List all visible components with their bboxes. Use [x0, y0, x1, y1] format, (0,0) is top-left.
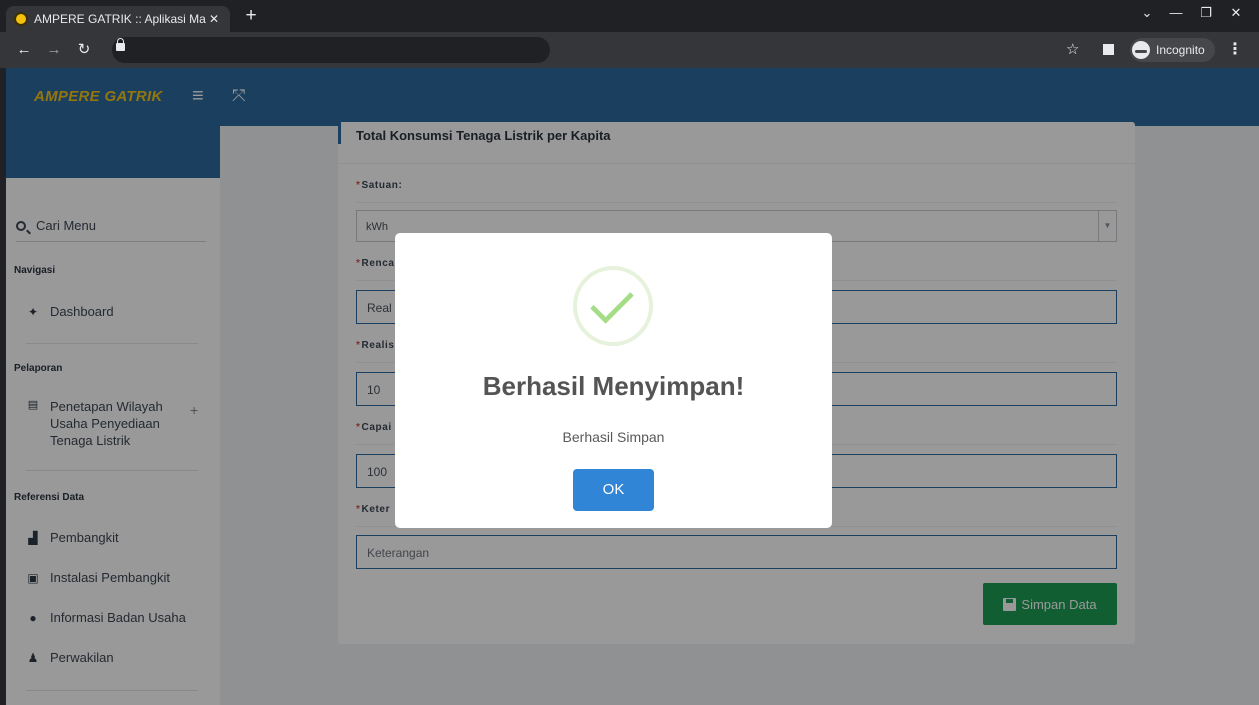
browser-tab[interactable]: AMPERE GATRIK :: Aplikasi Manaj ✕: [6, 6, 230, 32]
chevron-down-icon[interactable]: ⌄: [1133, 3, 1161, 23]
favicon-icon: [14, 12, 28, 26]
tab-title: AMPERE GATRIK :: Aplikasi Manaj: [34, 12, 206, 26]
incognito-icon: [1132, 41, 1150, 59]
reload-button[interactable]: ↻: [74, 40, 94, 60]
browser-toolbar: ← → ↻ ☆ Incognito ⋮: [0, 32, 1259, 68]
browser-menu-icon[interactable]: ⋮: [1227, 40, 1243, 60]
close-window-button[interactable]: ✕: [1222, 3, 1250, 23]
forward-button[interactable]: →: [44, 40, 64, 60]
restore-button[interactable]: ❐: [1192, 3, 1220, 23]
incognito-label: Incognito: [1156, 43, 1205, 57]
back-button[interactable]: ←: [14, 40, 34, 60]
checkmark: [590, 280, 634, 324]
browser-tabstrip: AMPERE GATRIK :: Aplikasi Manaj ✕ + ⌄ — …: [0, 0, 1259, 32]
page: AMPERE GATRIK ≡ ⤧ Cari Menu Navigasi ✦ D…: [6, 68, 1259, 705]
tab-close-icon[interactable]: ✕: [206, 12, 222, 26]
side-panel-icon[interactable]: [1103, 44, 1114, 55]
incognito-badge[interactable]: Incognito: [1130, 38, 1215, 62]
success-dialog: Berhasil Menyimpan! Berhasil Simpan OK: [395, 233, 832, 528]
dialog-text: Berhasil Simpan: [562, 429, 665, 445]
ok-button[interactable]: OK: [573, 469, 654, 511]
success-check-icon: [573, 266, 653, 346]
lock-icon[interactable]: [116, 38, 125, 51]
star-icon[interactable]: ☆: [1066, 40, 1079, 60]
minimize-button[interactable]: —: [1162, 3, 1190, 23]
address-bar[interactable]: [112, 37, 550, 63]
new-tab-button[interactable]: +: [240, 6, 262, 26]
dialog-title: Berhasil Menyimpan!: [482, 371, 745, 401]
